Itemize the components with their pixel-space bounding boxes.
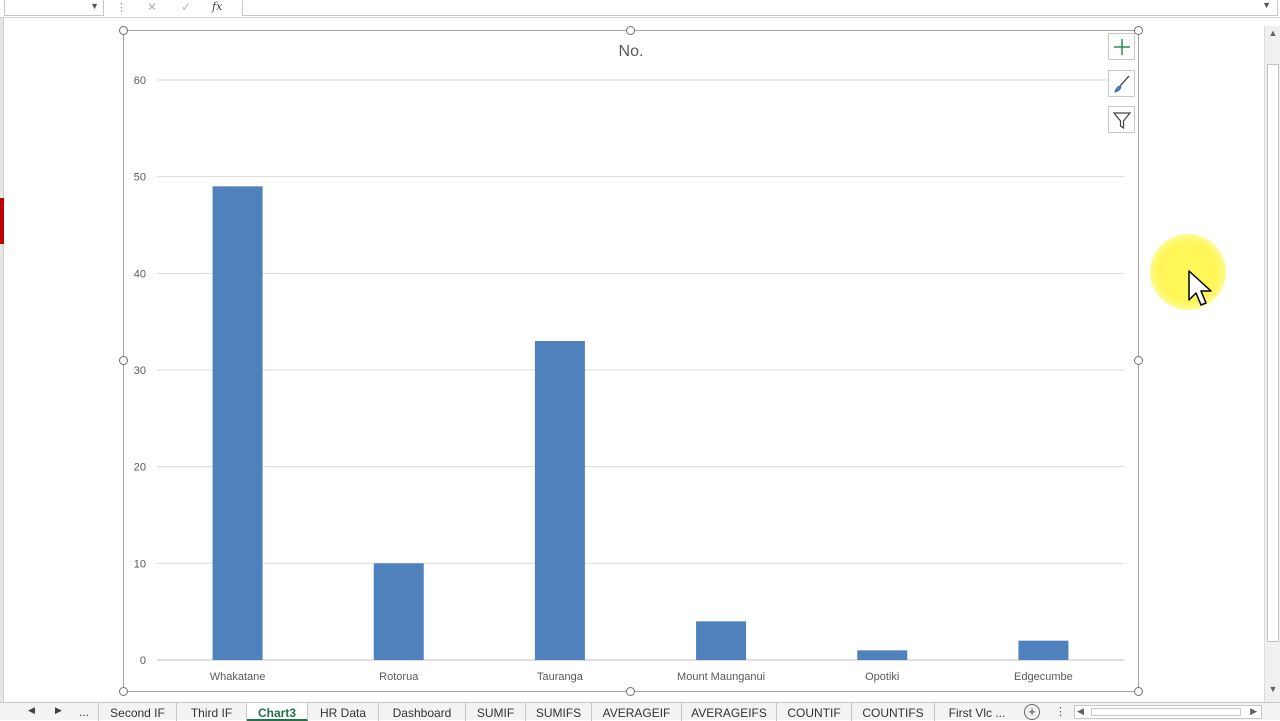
mouse-pointer-icon (1188, 270, 1212, 306)
filter-icon (1112, 112, 1132, 130)
tab-sumifs[interactable]: SUMIFS (526, 703, 592, 721)
resize-handle-bottom-right[interactable] (1134, 687, 1143, 696)
tab-averageifs[interactable]: AVERAGEIFS (682, 703, 777, 721)
x-category-label: Tauranga (537, 671, 584, 683)
tab-first-vlookup[interactable]: First Vlc ... (935, 703, 1019, 721)
y-tick-label: 0 (140, 655, 146, 667)
bar-tauranga[interactable] (534, 341, 585, 660)
scroll-tabs-right-icon[interactable]: ▶ (55, 705, 62, 716)
x-category-label: Whakatane (210, 671, 266, 683)
y-tick-label: 60 (134, 75, 146, 87)
scroll-down-icon[interactable]: ▼ (1265, 684, 1280, 700)
resize-handle-top-left[interactable] (119, 26, 128, 35)
tab-countifs[interactable]: COUNTIFS (852, 703, 935, 721)
vertical-scrollbar[interactable]: ▲ ▼ (1264, 26, 1280, 702)
resize-handle-bottom[interactable] (626, 687, 635, 696)
horizontal-scrollbar[interactable]: ◀ ▶ (1074, 705, 1262, 719)
chart-styles-button[interactable] (1108, 70, 1135, 97)
x-axis-labels: Whakatane Rotorua Tauranga Mount Maunganui O… (210, 671, 1073, 683)
scroll-up-icon[interactable]: ▲ (1265, 28, 1280, 44)
scroll-right-icon[interactable]: ▶ (1250, 706, 1257, 717)
more-tabs-button[interactable]: ... (79, 705, 89, 719)
x-category-label: Rotorua (379, 671, 419, 683)
bar-edgecumbe[interactable] (1018, 640, 1069, 660)
tab-dashboard[interactable]: Dashboard (379, 703, 466, 721)
x-category-label: Edgecumbe (1014, 671, 1073, 683)
sheet-tab-bar: ◀ ▶ ... Second IF Third IF Chart3 HR Dat… (0, 702, 1280, 721)
resize-handle-bottom-left[interactable] (119, 687, 128, 696)
vertical-scroll-thumb[interactable] (1267, 64, 1279, 642)
gridlines (157, 79, 1124, 661)
y-tick-label: 50 (134, 172, 146, 184)
resize-handle-right[interactable] (1134, 356, 1143, 365)
bar-rotorua[interactable] (373, 563, 424, 660)
tab-third-if[interactable]: Third IF (177, 703, 247, 721)
scroll-tabs-left-icon[interactable]: ◀ (28, 705, 35, 716)
scroll-left-icon[interactable]: ◀ (1077, 706, 1084, 717)
plus-icon (1114, 39, 1130, 55)
bars[interactable] (212, 186, 1069, 661)
resize-handle-left[interactable] (119, 356, 128, 365)
tab-countif[interactable]: COUNTIF (777, 703, 852, 721)
add-sheet-button[interactable]: + (1024, 704, 1040, 720)
chart-elements-button[interactable] (1108, 33, 1135, 60)
x-category-label: Opotiki (865, 671, 899, 683)
y-tick-label: 30 (134, 365, 146, 377)
chart-filters-button[interactable] (1108, 106, 1135, 133)
tab-chart3[interactable]: Chart3 (247, 703, 308, 721)
resize-handle-top[interactable] (626, 26, 635, 35)
resize-handle-top-right[interactable] (1134, 26, 1143, 35)
bar-chart: 0 10 20 30 40 50 60 Whakatane Rotorua Tauranga Mo… (134, 75, 1124, 683)
bar-whakatane[interactable] (212, 186, 263, 661)
tab-averageif[interactable]: AVERAGEIF (592, 703, 682, 721)
y-axis-ticks: 0 10 20 30 40 50 60 (134, 75, 146, 667)
horizontal-scroll-thumb[interactable] (1091, 708, 1241, 716)
tab-second-if[interactable]: Second IF (99, 703, 177, 721)
bar-opotiki[interactable] (857, 650, 908, 660)
y-tick-label: 40 (134, 268, 146, 280)
brush-icon (1114, 75, 1130, 93)
tab-hr-data[interactable]: HR Data (308, 703, 379, 721)
x-category-label: Mount Maunganui (677, 671, 765, 683)
tab-sumif[interactable]: SUMIF (466, 703, 526, 721)
y-tick-label: 20 (134, 462, 146, 474)
bar-mount-maunganui[interactable] (696, 621, 747, 660)
y-tick-label: 10 (134, 558, 146, 570)
splitter-icon[interactable]: ⋮ (1055, 705, 1066, 718)
